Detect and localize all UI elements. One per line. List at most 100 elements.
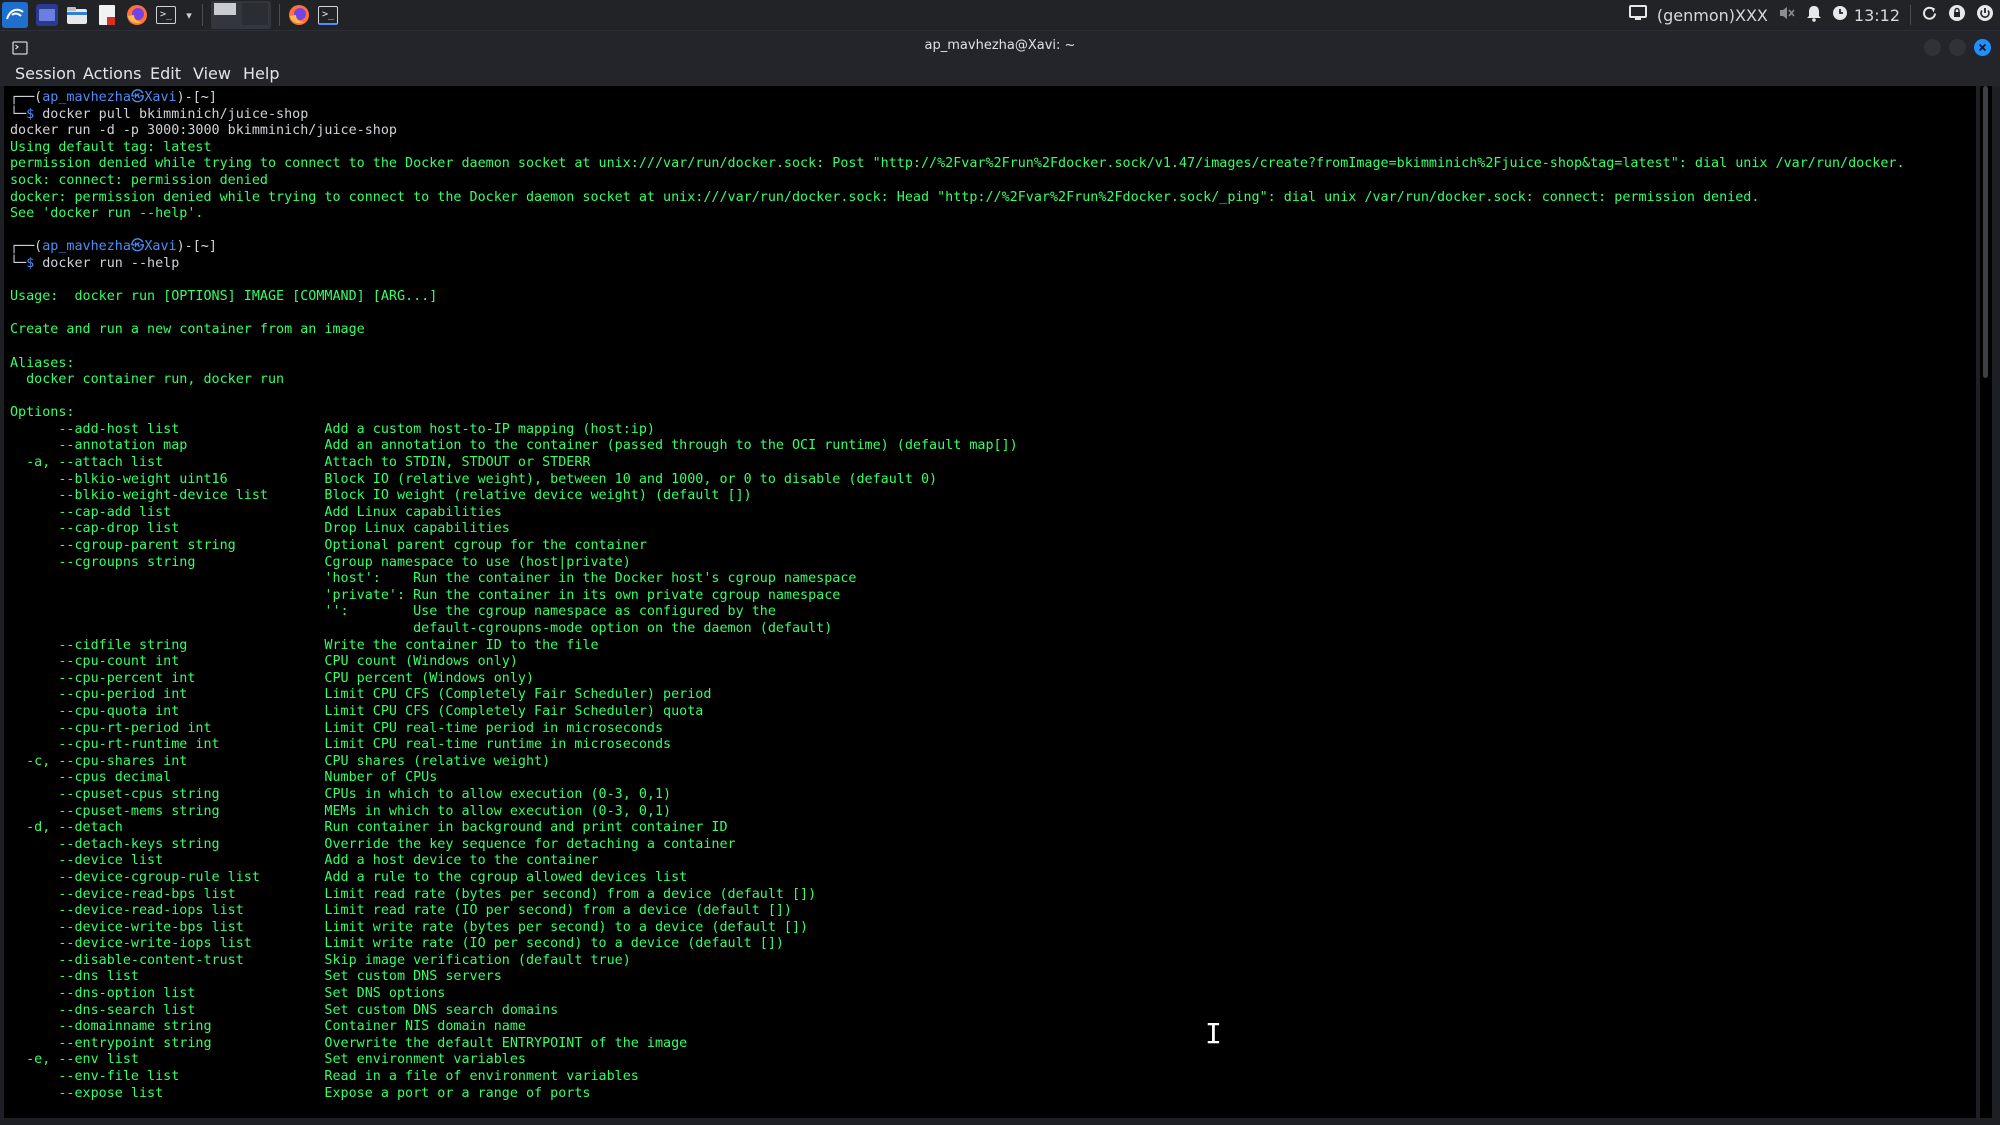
- terminal-text-segment: └─: [10, 106, 27, 122]
- terminal-text-segment: ]: [208, 90, 217, 105]
- terminal-line: -a, --attach list Attach to STDIN, STDOU…: [10, 455, 1905, 472]
- terminal-line: docker container run, docker run: [10, 372, 1905, 389]
- network-label[interactable]: (genmon)XXX: [1657, 6, 1768, 25]
- top-panel: >_ ▾ >_ (genmon)XXX 13:12: [0, 0, 2000, 31]
- terminal-output-area[interactable]: ┌──(ap_mavhezha㉿Xavi)-[~] └─$ docker pull…: [4, 86, 1976, 1118]
- menu-edit[interactable]: Edit: [150, 64, 181, 83]
- terminal-text-segment: ]: [208, 239, 217, 255]
- menu-view[interactable]: View: [193, 64, 231, 83]
- terminal-text-segment: --cpu-rt-period int Limit CPU real-time …: [10, 720, 664, 736]
- terminal-text-segment: --annotation map Add an annotation to th…: [10, 438, 1018, 454]
- terminal-text-segment: 'private': Run the container in its own …: [10, 587, 841, 603]
- close-button[interactable]: [1974, 39, 1991, 56]
- scrollbar-thumb[interactable]: [1983, 86, 1988, 378]
- terminal-line: --detach-keys string Override the key se…: [10, 837, 1905, 854]
- terminal-line: Usage: docker run [OPTIONS] IMAGE [COMMA…: [10, 289, 1905, 306]
- terminal-line: --device list Add a host device to the c…: [10, 853, 1905, 870]
- terminal-line: --dns-search list Set custom DNS search …: [10, 1003, 1905, 1020]
- terminal-line: --annotation map Add an annotation to th…: [10, 438, 1905, 455]
- text-cursor-icon: I: [1205, 1017, 1222, 1050]
- terminal-text-segment: ~: [200, 239, 209, 255]
- terminal-text-segment: --blkio-weight uint16 Block IO (relative…: [10, 471, 938, 487]
- show-desktop-icon[interactable]: [36, 4, 58, 26]
- terminal-line: --cpu-rt-runtime int Limit CPU real-time…: [10, 737, 1905, 754]
- terminal-line: Create and run a new container from an i…: [10, 322, 1905, 339]
- terminal-line: --device-cgroup-rule list Add a rule to …: [10, 870, 1905, 887]
- terminal-line: --device-write-iops list Limit write rat…: [10, 936, 1905, 953]
- terminal-line: -c, --cpu-shares int CPU shares (relativ…: [10, 754, 1905, 771]
- terminal-text-segment: --cgroup-parent string Optional parent c…: [10, 538, 647, 554]
- bell-icon[interactable]: [1806, 5, 1822, 26]
- terminal-line: --cpuset-cpus string CPUs in which to al…: [10, 787, 1905, 804]
- lock-icon[interactable]: [1948, 4, 1966, 26]
- terminal-line: See 'docker run --help'.: [10, 206, 1905, 223]
- clock-time[interactable]: 13:12: [1854, 6, 1900, 25]
- terminal-text-segment: --cpus decimal Number of CPUs: [10, 770, 438, 786]
- power-icon[interactable]: [1976, 4, 1994, 26]
- terminal-line: --cpuset-mems string MEMs in which to al…: [10, 804, 1905, 821]
- file-manager-icon[interactable]: [66, 4, 88, 26]
- terminal-text-segment: docker container run, docker run: [10, 372, 285, 388]
- terminal-text-segment: --domainname string Container NIS domain…: [10, 1019, 526, 1035]
- terminal-text-segment: --dns list Set custom DNS servers: [10, 969, 502, 985]
- firefox-icon[interactable]: [126, 4, 148, 26]
- terminal-text-segment: ap_mavhezha㉿Xavi: [42, 90, 177, 105]
- terminal-window-icon[interactable]: >_: [318, 5, 338, 25]
- terminal-line: -e, --env list Set environment variables: [10, 1052, 1905, 1069]
- terminal-line: --cpu-percent int CPU percent (Windows o…: [10, 671, 1905, 688]
- workspace-switcher-icon[interactable]: [211, 1, 271, 29]
- close-icon: [1978, 43, 1987, 52]
- maximize-button[interactable]: [1949, 39, 1966, 56]
- chevron-down-icon[interactable]: ▾: [184, 4, 194, 26]
- terminal-line: permission denied while trying to connec…: [10, 156, 1905, 173]
- terminal-text-segment: -c, --cpu-shares int CPU shares (relativ…: [10, 753, 551, 769]
- terminal-line: 'private': Run the container in its own …: [10, 588, 1905, 605]
- text-editor-icon[interactable]: [96, 4, 118, 26]
- terminal-line: --device-read-iops list Limit read rate …: [10, 903, 1905, 920]
- menu-actions[interactable]: Actions: [83, 64, 141, 83]
- terminal-text-segment: )-[: [176, 239, 201, 255]
- terminal-line: --blkio-weight-device list Block IO weig…: [10, 488, 1905, 505]
- terminal-text-segment: ┌──(: [10, 90, 43, 105]
- terminal-text: ┌──(ap_mavhezha㉿Xavi)-[~] └─$ docker pull…: [10, 90, 1905, 1102]
- kali-menu-icon[interactable]: [2, 2, 28, 28]
- clock-icon: [1832, 5, 1848, 25]
- terminal-line: --expose list Expose a port or a range o…: [10, 1086, 1905, 1103]
- monitor-icon[interactable]: [1628, 5, 1647, 25]
- mute-icon[interactable]: [1778, 5, 1796, 25]
- terminal-text-segment: --cpu-quota int Limit CPU CFS (Completel…: [10, 703, 704, 719]
- terminal-text-segment: $: [26, 255, 43, 271]
- menu-help[interactable]: Help: [243, 64, 279, 83]
- terminal-line: --cpu-quota int Limit CPU CFS (Completel…: [10, 704, 1905, 721]
- terminal-text-segment: --cap-add list Add Linux capabilities: [10, 504, 502, 520]
- terminal-text-segment: ┌──(: [10, 239, 43, 255]
- scrollbar[interactable]: [1980, 86, 1992, 1118]
- window-title: ap_mavhezha@Xavi: ~: [924, 38, 1076, 53]
- terminal-text-segment: --env-file list Read in a file of enviro…: [10, 1069, 639, 1085]
- terminal-line: ┌──(ap_mavhezha㉿Xavi)-[~]: [10, 90, 1905, 107]
- refresh-icon[interactable]: [1921, 5, 1938, 26]
- terminal-line: └─$ docker pull bkimminich/juice-shop: [10, 107, 1905, 124]
- terminal-text-segment: Options:: [10, 405, 75, 421]
- terminal-line: --dns list Set custom DNS servers: [10, 969, 1905, 986]
- terminal-line: ┌──(ap_mavhezha㉿Xavi)-[~]: [10, 239, 1905, 256]
- terminal-text-segment: --device-cgroup-rule list Add a rule to …: [10, 869, 688, 885]
- terminal-line: sock: connect: permission denied: [10, 173, 1905, 190]
- terminal-text-segment: docker run --help: [42, 255, 180, 271]
- terminal-text-segment: └─: [10, 255, 27, 271]
- minimize-button[interactable]: [1924, 39, 1941, 56]
- terminal-text-segment: )-[: [176, 90, 201, 105]
- menu-session[interactable]: Session: [15, 64, 76, 83]
- terminal-text-segment: '': Use the cgroup namespace as configur…: [10, 604, 776, 620]
- window-titlebar[interactable]: ap_mavhezha@Xavi: ~: [0, 31, 2000, 62]
- terminal-text-segment: --blkio-weight-device list Block IO weig…: [10, 488, 752, 504]
- terminal-line: --cgroup-parent string Optional parent c…: [10, 538, 1905, 555]
- terminal-icon[interactable]: >_: [156, 6, 176, 24]
- terminal-line: --add-host list Add a custom host-to-IP …: [10, 422, 1905, 439]
- terminal-text-segment: --cpuset-mems string MEMs in which to al…: [10, 803, 672, 819]
- firefox-window-icon[interactable]: [288, 4, 310, 26]
- terminal-text-segment: --device-read-iops list Limit read rate …: [10, 903, 792, 919]
- terminal-text-segment: docker: permission denied while trying t…: [10, 189, 1760, 205]
- terminal-line: └─$ docker run --help: [10, 256, 1905, 273]
- terminal-text-segment: Aliases:: [10, 355, 75, 371]
